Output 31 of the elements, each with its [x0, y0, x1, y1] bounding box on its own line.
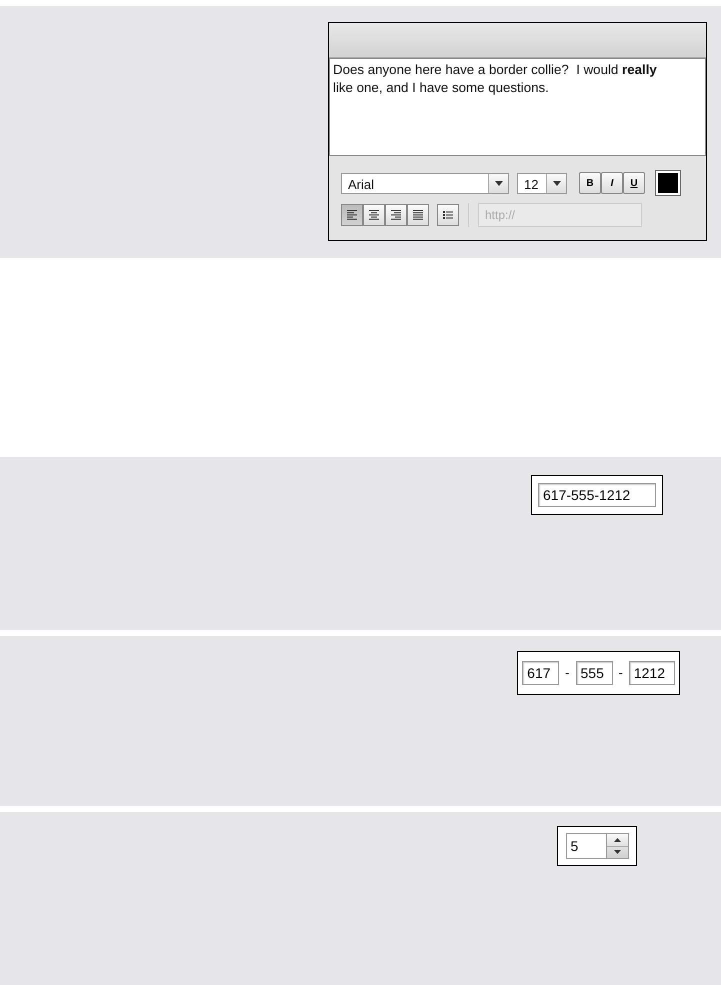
bold-button[interactable]: B — [579, 172, 601, 194]
increment-button[interactable] — [606, 834, 628, 846]
phone-field[interactable]: 617-555-1212 — [538, 483, 656, 507]
up-arrow-icon — [614, 838, 620, 842]
phone-part-field[interactable]: 617 — [522, 661, 560, 685]
align-right-button[interactable] — [385, 204, 407, 226]
number-field[interactable]: 5 — [566, 833, 606, 859]
underline-button[interactable]: U — [623, 172, 645, 194]
align-center-icon — [367, 209, 381, 221]
message-field[interactable]: Does anyone here have a border collie? I would really like one, and I have some questions. — [329, 58, 706, 156]
align-center-button[interactable] — [363, 204, 385, 226]
decrement-button[interactable] — [606, 846, 628, 858]
italic-button[interactable]: I — [601, 172, 623, 194]
caret-icon — [552, 180, 560, 186]
link-field[interactable]: http:// — [478, 203, 642, 227]
list-button[interactable] — [437, 204, 459, 226]
separator: - — [565, 664, 570, 682]
phone-part-field[interactable]: 555 — [576, 661, 612, 685]
size-select[interactable]: 12 — [517, 172, 567, 194]
align-justify-button[interactable] — [407, 204, 429, 226]
align-left-button[interactable] — [341, 204, 363, 226]
separator: - — [618, 664, 623, 682]
color-picker[interactable] — [655, 170, 681, 196]
align-justify-icon — [411, 209, 425, 221]
align-left-icon — [345, 209, 359, 221]
down-arrow-icon — [614, 850, 620, 854]
font-select[interactable]: Arial — [341, 172, 509, 194]
caret-icon — [494, 180, 502, 186]
bullet-list-icon — [442, 210, 454, 220]
phone-part-field[interactable]: 1212 — [628, 661, 675, 685]
align-right-icon — [389, 209, 403, 221]
